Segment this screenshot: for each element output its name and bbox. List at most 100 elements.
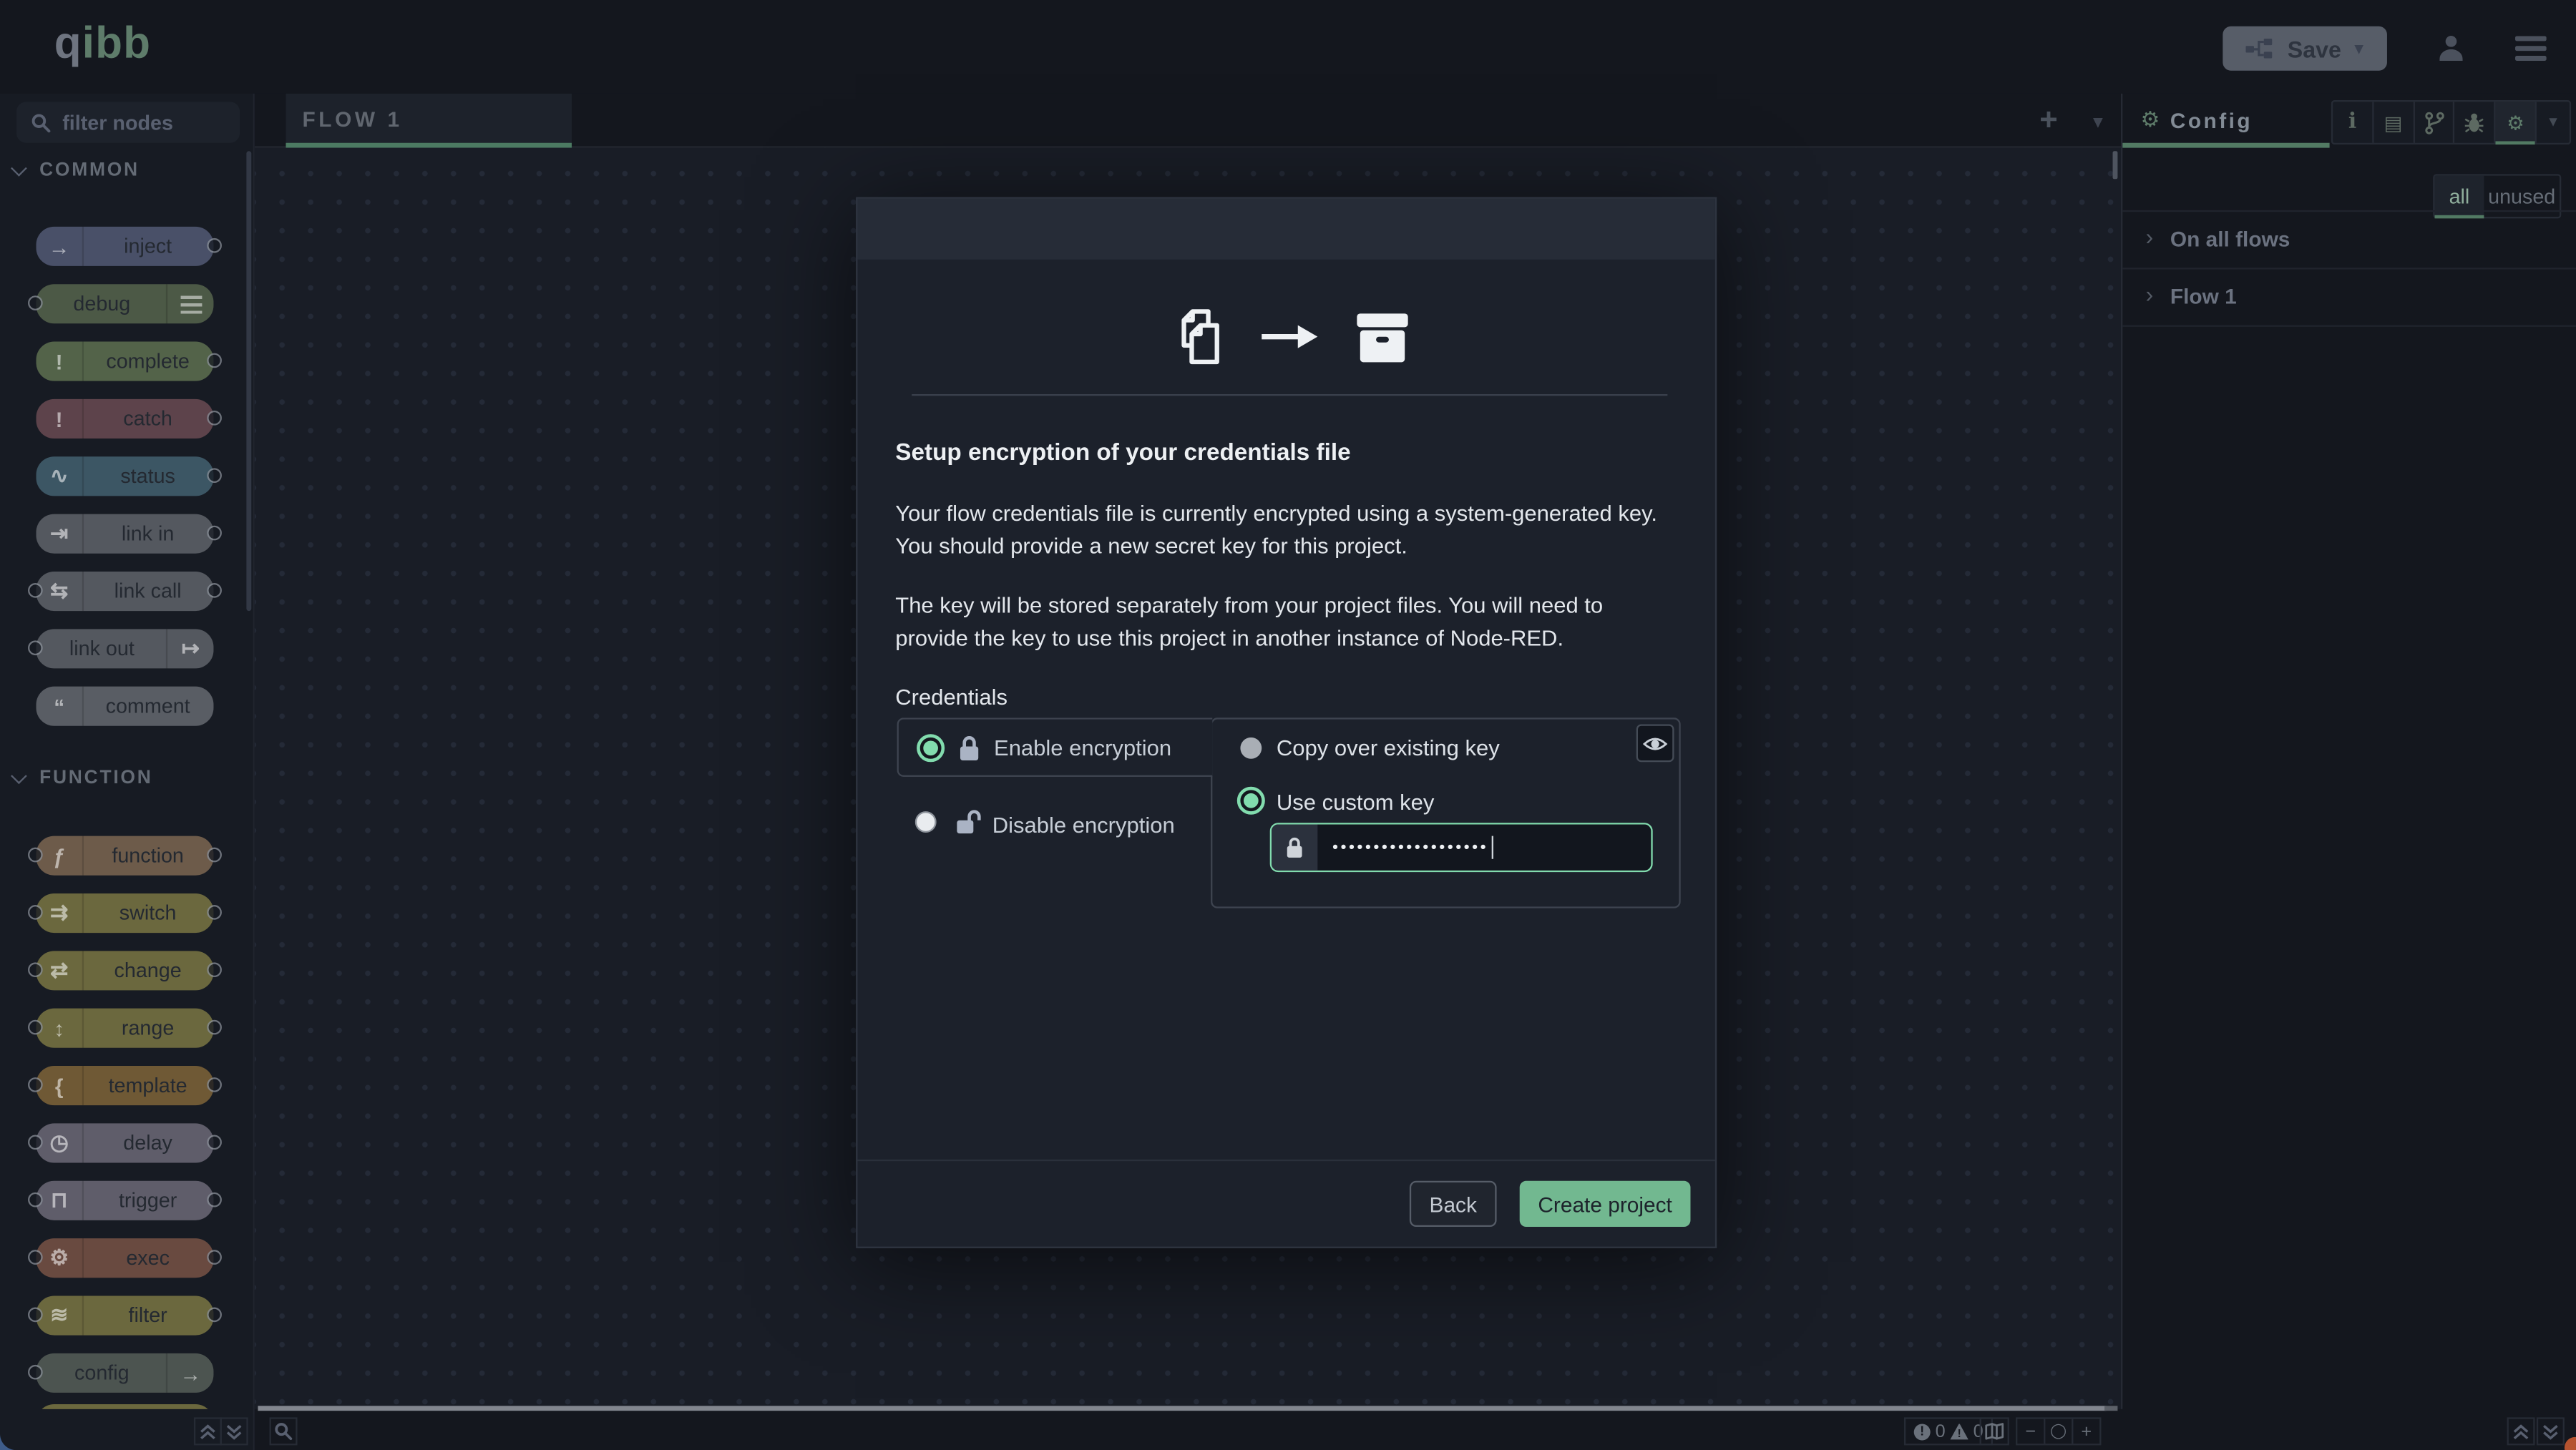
palette-node-filter[interactable]: ≋ filter [36, 1295, 214, 1335]
right-sidebar: ⚙ Config i ▤ ⚙ ▾ all unused › On all flo… [2121, 94, 2576, 1409]
user-icon[interactable] [2436, 33, 2466, 62]
canvas-vertical-scrollbar[interactable] [2113, 151, 2118, 179]
palette-category-common[interactable]: COMMON [13, 161, 139, 181]
palette-node-debug[interactable]: debug [36, 284, 214, 323]
zoom-in-button[interactable]: + [2073, 1419, 2099, 1444]
tab-config-nodes[interactable]: ⚙ [2496, 102, 2537, 142]
palette-node-range[interactable]: ↕ range [36, 1009, 214, 1048]
sidebar-tab-toolbar: i ▤ ⚙ ▾ [2331, 100, 2571, 144]
create-project-button[interactable]: Create project [1520, 1181, 1691, 1227]
palette-node-catch[interactable]: ! catch [36, 399, 214, 439]
tab-info[interactable]: i [2333, 102, 2373, 142]
workspace-tabbar: FLOW 1 + ▾ [255, 94, 2121, 148]
sidebar-tabs-caret-icon[interactable]: ▾ [2537, 102, 2570, 142]
palette-node-link-call[interactable]: ⇆ link call [36, 572, 214, 611]
arrow-right-icon [1259, 323, 1319, 350]
palette-node-complete[interactable]: ! complete [36, 342, 214, 381]
node-label: complete [82, 342, 214, 381]
node-label: change [82, 951, 214, 990]
flow-list-caret-icon[interactable]: ▾ [2078, 102, 2117, 141]
palette-node-delay[interactable]: ◷ delay [36, 1123, 214, 1162]
minimap-button[interactable] [1980, 1417, 2009, 1445]
sidebar-collapse-button[interactable] [2507, 1417, 2535, 1445]
copy-existing-key-radio[interactable] [1240, 738, 1262, 759]
palette-node-template[interactable]: { template [36, 1066, 214, 1105]
save-dropdown-caret-icon[interactable]: ▾ [2354, 38, 2363, 59]
palette-node-config[interactable]: → config [36, 1353, 214, 1393]
node-icon [166, 284, 214, 323]
config-group-flow-1[interactable]: › Flow 1 [2122, 270, 2576, 327]
config-group-on-all-flows[interactable]: › On all flows [2122, 212, 2576, 269]
bug-icon [2465, 112, 2485, 133]
copy-existing-key-label: Copy over existing key [1277, 736, 1500, 760]
palette-expand-all-button[interactable] [220, 1417, 248, 1445]
enable-encryption-radio[interactable] [917, 734, 945, 762]
chevron-right-icon: › [2145, 223, 2153, 250]
tab-debug[interactable] [2455, 102, 2496, 142]
gear-icon: ⚙ [2507, 111, 2524, 134]
tab-flow-1-label: FLOW 1 [302, 107, 402, 131]
palette-node-change[interactable]: ⇄ change [36, 951, 214, 990]
node-label: debug [36, 284, 168, 323]
node-icon: ⇄ [36, 951, 84, 990]
palette-collapse-all-button[interactable] [194, 1417, 222, 1445]
logo-letter-q: q [54, 18, 82, 67]
qibb-logo[interactable]: qibb [54, 18, 151, 69]
hamburger-menu-icon[interactable] [2515, 36, 2547, 61]
eye-icon [1643, 733, 1667, 753]
palette-function-nodes: ƒ function ⇉ switch ⇄ change ↕ range { t… [36, 836, 214, 1393]
node-icon: ! [36, 342, 84, 381]
warning-count-icon: ! [1951, 1423, 1968, 1439]
node-icon: ⇉ [36, 893, 84, 933]
palette-node-link-out[interactable]: ↦ link out [36, 629, 214, 668]
palette-node-function[interactable]: ƒ function [36, 836, 214, 876]
palette-node-inject[interactable]: → inject [36, 227, 214, 266]
enable-encryption-option[interactable]: Enable encryption [897, 717, 1213, 777]
node-label: link in [82, 514, 214, 554]
status-bar [255, 1409, 2576, 1450]
tab-flow-1[interactable]: FLOW 1 [286, 94, 571, 148]
tab-help[interactable]: ▤ [2373, 102, 2414, 142]
deploy-icon [2246, 38, 2274, 59]
node-label: catch [82, 399, 214, 439]
palette-search-input[interactable]: filter nodes [16, 102, 240, 142]
info-icon: i [2348, 110, 2356, 134]
credentials-section-label: Credentials [895, 685, 1008, 709]
zoom-reset-button[interactable]: ◯ [2045, 1419, 2073, 1444]
double-chevron-up-icon [199, 1423, 217, 1439]
disable-encryption-option[interactable]: Disable encryption [897, 800, 1213, 849]
gear-icon: ⚙ [2141, 107, 2160, 133]
save-button-label: Save [2288, 35, 2341, 62]
canvas-horizontal-scrollbar[interactable] [258, 1406, 2106, 1410]
chevron-right-icon: › [2145, 281, 2153, 308]
canvas-horizontal-scrollbar-thumb[interactable] [2104, 1405, 2117, 1411]
palette-scrollbar[interactable] [246, 151, 251, 611]
node-label: delay [82, 1123, 214, 1162]
show-password-button[interactable] [1636, 724, 1674, 762]
tab-active-underline [286, 142, 571, 148]
save-button[interactable]: Save ▾ [2223, 26, 2387, 71]
sidebar-expand-button[interactable] [2537, 1417, 2565, 1445]
use-custom-key-radio[interactable] [1237, 787, 1265, 815]
tab-version-control[interactable] [2414, 102, 2455, 142]
custom-key-password-input[interactable]: ••••••••••••••••••• [1270, 823, 1653, 872]
disable-encryption-label: Disable encryption [992, 813, 1175, 837]
palette-category-function[interactable]: FUNCTION [13, 768, 152, 788]
zoom-out-button[interactable]: − [2017, 1419, 2045, 1444]
back-button[interactable]: Back [1410, 1181, 1497, 1227]
add-flow-button[interactable]: + [2026, 99, 2072, 144]
node-icon: ⇥ [36, 514, 84, 554]
palette-node-switch[interactable]: ⇉ switch [36, 893, 214, 933]
node-icon: → [36, 227, 84, 266]
palette-node-trigger[interactable]: ⊓ trigger [36, 1181, 214, 1220]
palette-node-status[interactable]: ∿ status [36, 456, 214, 496]
palette-node-link-in[interactable]: ⇥ link in [36, 514, 214, 554]
canvas-search-button[interactable] [270, 1417, 298, 1445]
palette-node-exec[interactable]: ⚙ exec [36, 1238, 214, 1278]
chevron-down-icon [11, 160, 27, 177]
sidebar-tab-config[interactable]: ⚙ Config [2122, 94, 2329, 148]
palette-node-comment[interactable]: “ comment [36, 687, 214, 726]
zoom-controls: − ◯ + [2016, 1417, 2101, 1445]
disable-encryption-radio[interactable] [915, 811, 937, 833]
dialog-header [857, 199, 1714, 260]
